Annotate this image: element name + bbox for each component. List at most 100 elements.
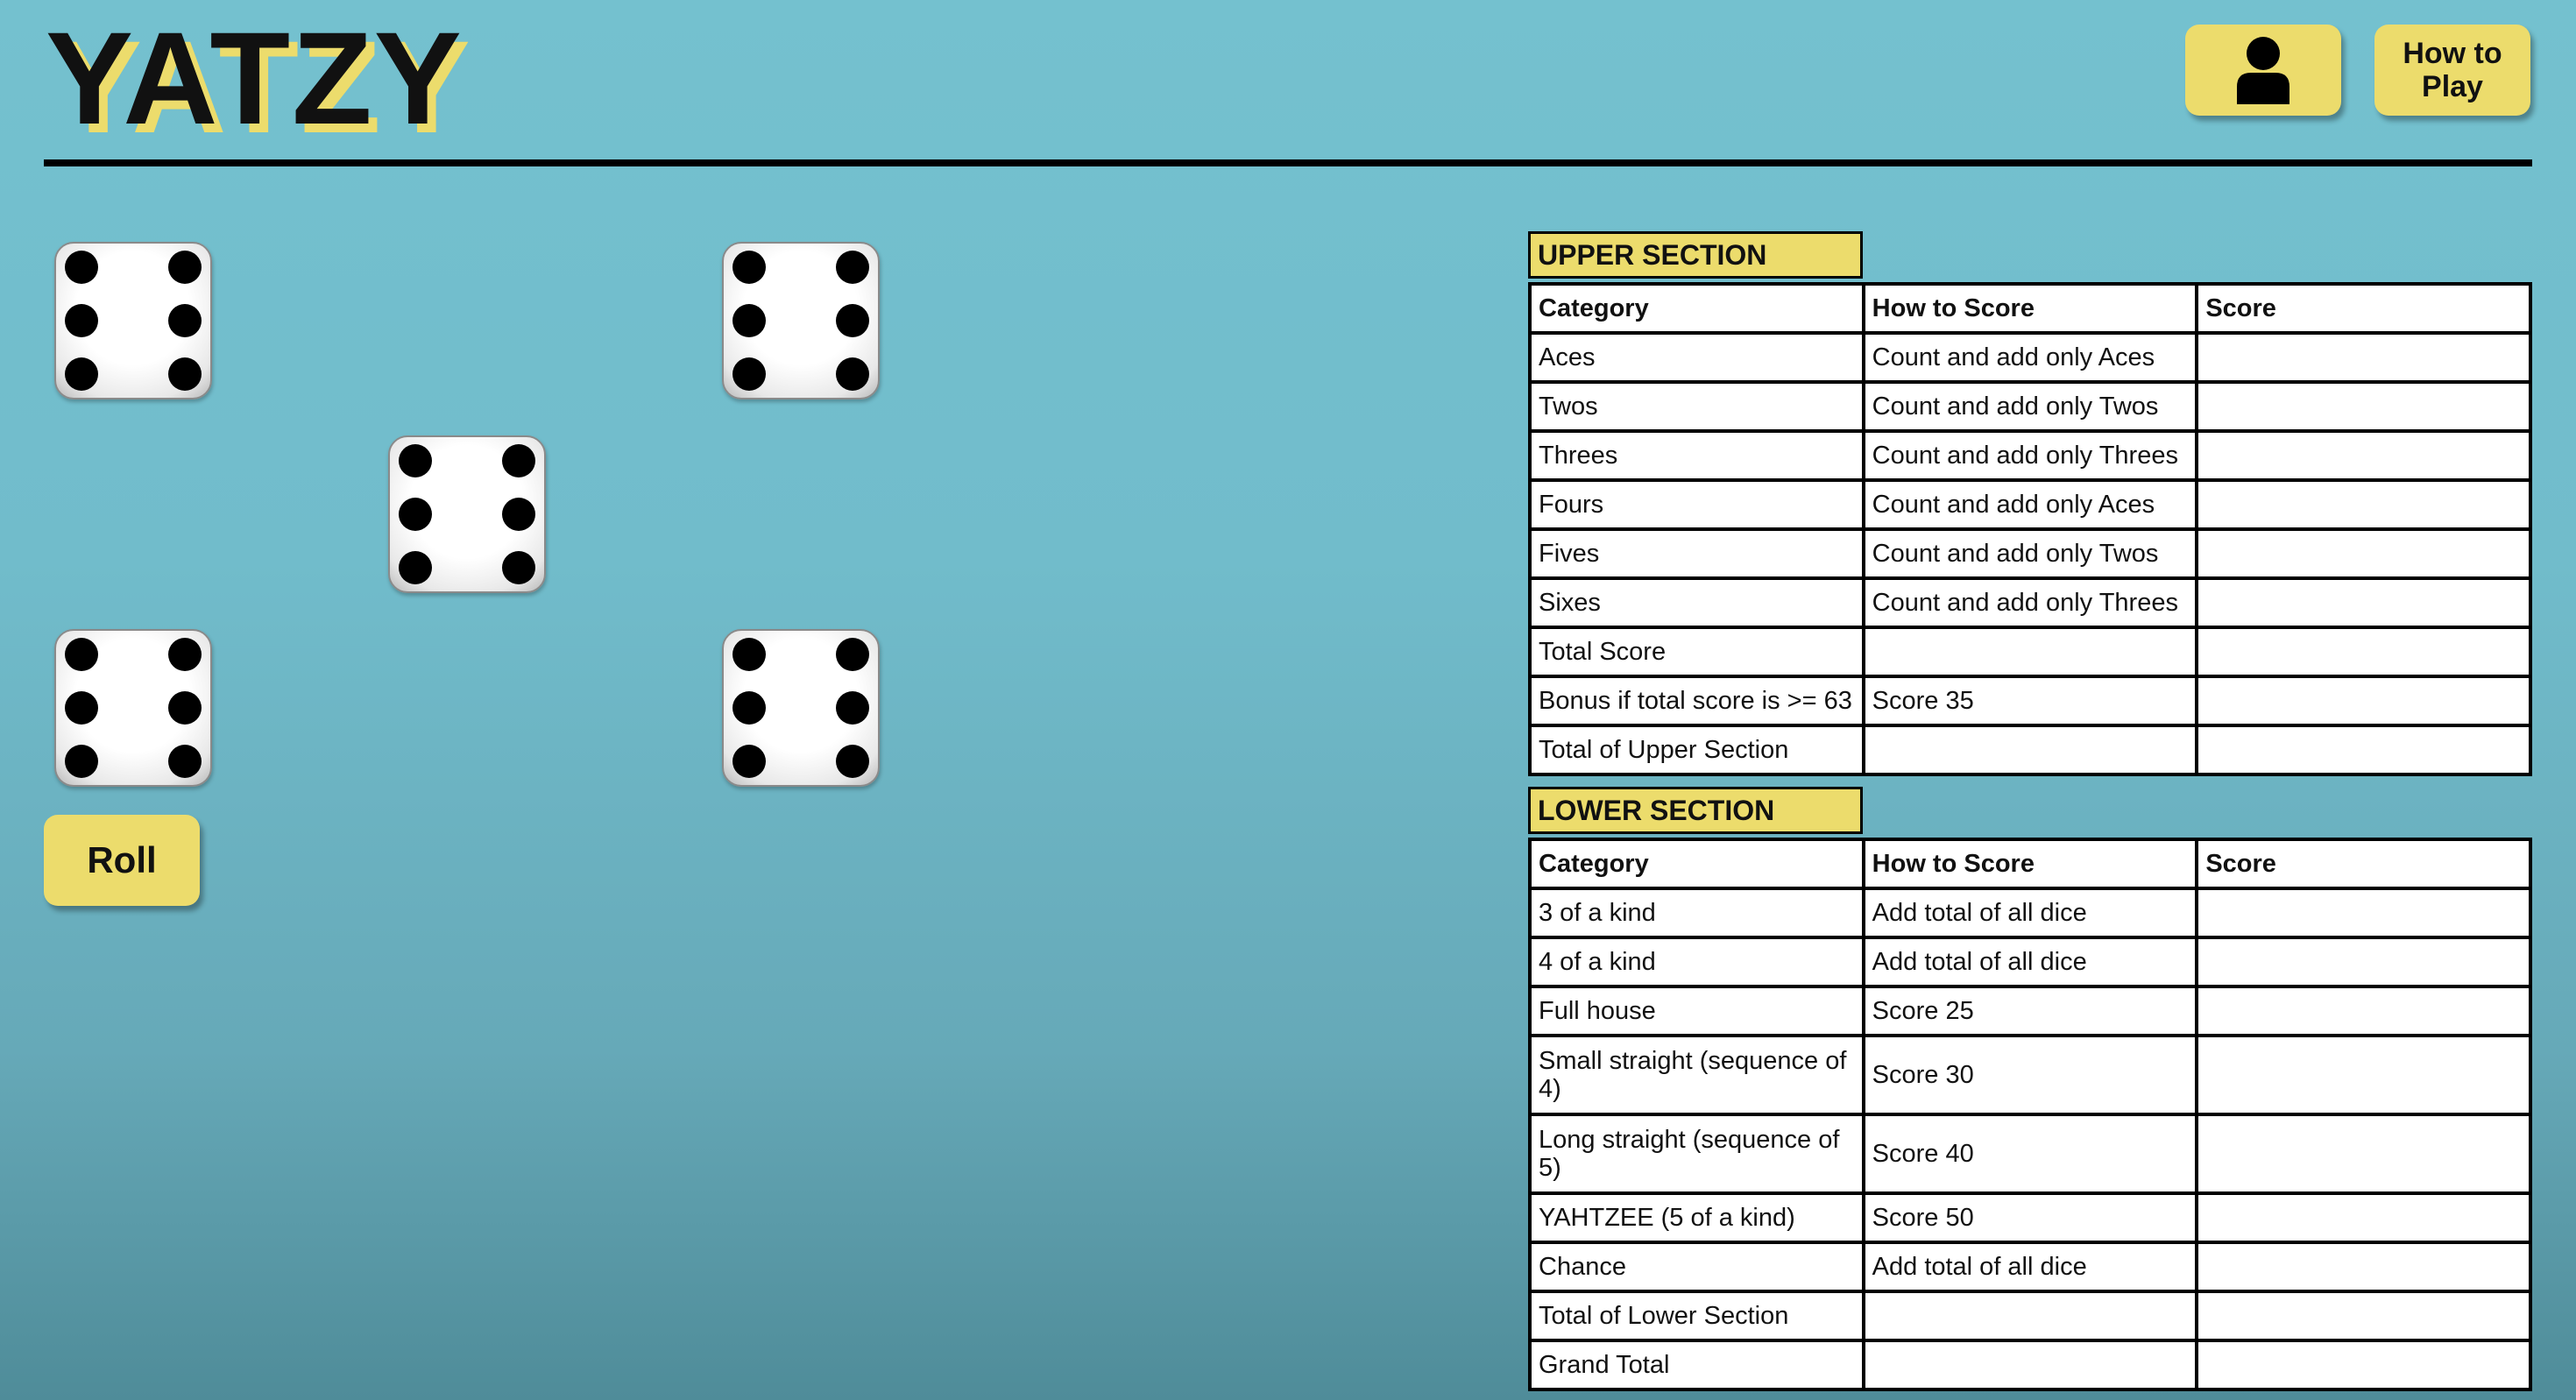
- die-pip: [502, 551, 535, 584]
- score-cell[interactable]: [2197, 578, 2530, 627]
- die[interactable]: [54, 629, 212, 787]
- die-pip: [65, 745, 98, 778]
- table-row: Chance Add total of all dice: [1530, 1242, 2530, 1291]
- table-row: 4 of a kind Add total of all dice: [1530, 937, 2530, 986]
- how-to-score-cell: Count and add only Threes: [1863, 578, 2197, 627]
- die[interactable]: [54, 242, 212, 399]
- die-pip: [732, 638, 766, 671]
- table-row: Sixes Count and add only Threes: [1530, 578, 2530, 627]
- how-to-score-cell: Score 40: [1863, 1114, 2197, 1193]
- how-to-score-cell: Score 25: [1863, 986, 2197, 1036]
- die-pip: [836, 251, 869, 284]
- how-to-score-cell: Score 35: [1863, 676, 2197, 725]
- score-cell: [2197, 676, 2530, 725]
- category-cell: Fives: [1530, 529, 1864, 578]
- score-cell[interactable]: [2197, 382, 2530, 431]
- category-cell: Grand Total: [1530, 1340, 1864, 1389]
- die-pip: [836, 357, 869, 391]
- table-row: Grand Total: [1530, 1340, 2530, 1389]
- die-pip: [168, 638, 202, 671]
- table-row: YAHTZEE (5 of a kind) Score 50: [1530, 1193, 2530, 1242]
- score-cell[interactable]: [2197, 888, 2530, 937]
- table-row: Threes Count and add only Threes: [1530, 431, 2530, 480]
- category-cell: Threes: [1530, 431, 1864, 480]
- die-pip: [502, 498, 535, 531]
- category-cell: 4 of a kind: [1530, 937, 1864, 986]
- score-cell[interactable]: [2197, 529, 2530, 578]
- category-cell: Small straight (sequence of 4): [1530, 1036, 1864, 1114]
- table-row: Long straight (sequence of 5) Score 40: [1530, 1114, 2530, 1193]
- score-cell[interactable]: [2197, 1242, 2530, 1291]
- die-pip: [732, 745, 766, 778]
- category-cell: Sixes: [1530, 578, 1864, 627]
- profile-button[interactable]: [2185, 25, 2341, 116]
- table-row: Full house Score 25: [1530, 986, 2530, 1036]
- how-to-score-cell: [1863, 627, 2197, 676]
- table-row: Bonus if total score is >= 63 Score 35: [1530, 676, 2530, 725]
- die-pip: [168, 745, 202, 778]
- score-cell: [2197, 627, 2530, 676]
- die-pip: [168, 357, 202, 391]
- die[interactable]: [722, 242, 880, 399]
- how-to-score-cell: [1863, 1291, 2197, 1340]
- table-row: 3 of a kind Add total of all dice: [1530, 888, 2530, 937]
- table-row: Total Score: [1530, 627, 2530, 676]
- die-pip: [399, 444, 432, 477]
- score-cell[interactable]: [2197, 480, 2530, 529]
- die[interactable]: [722, 629, 880, 787]
- category-cell: Total of Upper Section: [1530, 725, 1864, 774]
- table-row: Total of Upper Section: [1530, 725, 2530, 774]
- die-pip: [65, 691, 98, 725]
- upper-section-table: Category How to Score Score Aces Count a…: [1528, 282, 2532, 776]
- upper-section-title: UPPER SECTION: [1528, 231, 1863, 279]
- game-title: YATZY: [46, 4, 464, 152]
- table-row: Fours Count and add only Aces: [1530, 480, 2530, 529]
- column-header-category: Category: [1530, 284, 1864, 333]
- column-header-category: Category: [1530, 839, 1864, 888]
- score-cell: [2197, 1291, 2530, 1340]
- die-pip: [502, 444, 535, 477]
- how-to-score-cell: Score 50: [1863, 1193, 2197, 1242]
- category-cell: Total Score: [1530, 627, 1864, 676]
- how-to-score-cell: Count and add only Threes: [1863, 431, 2197, 480]
- category-cell: Aces: [1530, 333, 1864, 382]
- die[interactable]: [388, 435, 546, 593]
- score-cell[interactable]: [2197, 1193, 2530, 1242]
- die-pip: [168, 304, 202, 337]
- how-to-score-cell: Add total of all dice: [1863, 888, 2197, 937]
- table-row: Fives Count and add only Twos: [1530, 529, 2530, 578]
- how-to-score-cell: [1863, 1340, 2197, 1389]
- how-to-score-cell: Count and add only Aces: [1863, 480, 2197, 529]
- die-pip: [836, 745, 869, 778]
- die-pip: [399, 551, 432, 584]
- column-header-score: Score: [2197, 839, 2530, 888]
- category-cell: Bonus if total score is >= 63: [1530, 676, 1864, 725]
- user-icon: [2237, 37, 2289, 104]
- die-pip: [836, 304, 869, 337]
- score-cell[interactable]: [2197, 1114, 2530, 1193]
- how-to-score-cell: Score 30: [1863, 1036, 2197, 1114]
- score-cell: [2197, 1340, 2530, 1389]
- score-cell[interactable]: [2197, 937, 2530, 986]
- column-header-how-to-score: How to Score: [1863, 839, 2197, 888]
- how-to-score-cell: Add total of all dice: [1863, 1242, 2197, 1291]
- how-to-score-cell: Count and add only Twos: [1863, 382, 2197, 431]
- category-cell: YAHTZEE (5 of a kind): [1530, 1193, 1864, 1242]
- category-cell: Total of Lower Section: [1530, 1291, 1864, 1340]
- lower-section-title: LOWER SECTION: [1528, 787, 1863, 834]
- table-header-row: Category How to Score Score: [1530, 839, 2530, 888]
- score-cell[interactable]: [2197, 333, 2530, 382]
- die-pip: [65, 304, 98, 337]
- how-to-score-cell: Count and add only Aces: [1863, 333, 2197, 382]
- score-cell[interactable]: [2197, 431, 2530, 480]
- die-pip: [836, 691, 869, 725]
- score-cell[interactable]: [2197, 986, 2530, 1036]
- category-cell: Twos: [1530, 382, 1864, 431]
- how-to-play-button[interactable]: How to Play: [2374, 25, 2530, 116]
- roll-button[interactable]: Roll: [44, 815, 200, 906]
- how-to-score-cell: Count and add only Twos: [1863, 529, 2197, 578]
- die-pip: [65, 357, 98, 391]
- category-cell: Long straight (sequence of 5): [1530, 1114, 1864, 1193]
- die-pip: [732, 251, 766, 284]
- score-cell[interactable]: [2197, 1036, 2530, 1114]
